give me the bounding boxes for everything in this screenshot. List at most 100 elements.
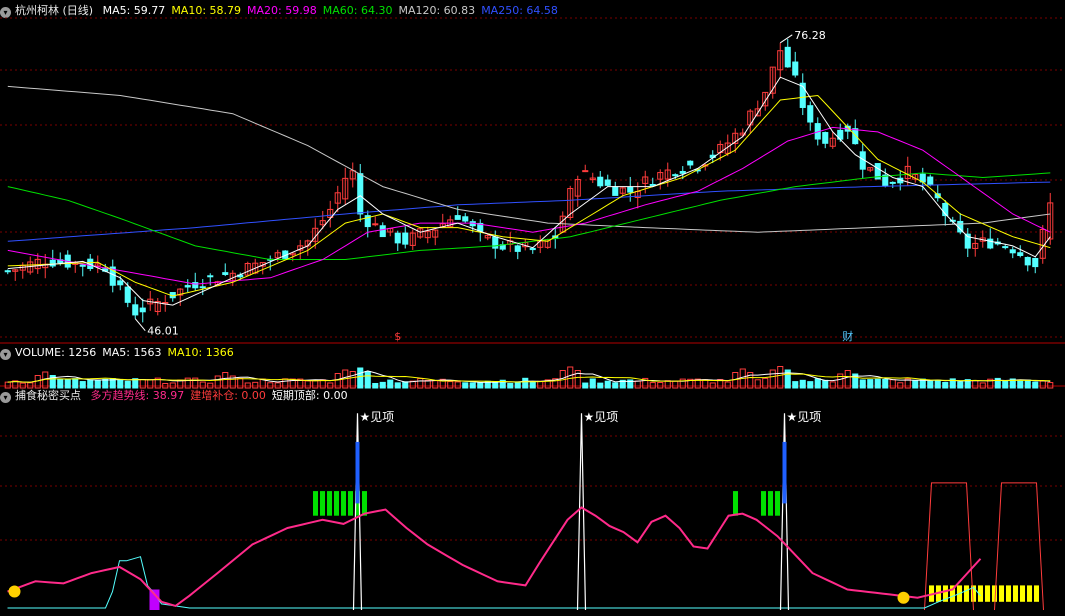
volume-bar xyxy=(402,381,409,389)
green-bar xyxy=(775,491,780,516)
candle-body xyxy=(199,286,206,289)
volume-bar xyxy=(762,377,769,389)
volume-bar xyxy=(387,379,394,389)
candle-body xyxy=(927,176,934,185)
volume-bar xyxy=(612,382,619,389)
candle-body xyxy=(1032,257,1039,268)
candle-body xyxy=(679,170,686,174)
candle-body xyxy=(379,225,386,238)
yellow-bar xyxy=(1013,585,1018,602)
volume-bar xyxy=(874,378,881,389)
candle-body xyxy=(597,176,604,187)
volume-bar xyxy=(657,381,664,389)
volume-bar xyxy=(702,379,709,389)
volume-bar xyxy=(829,381,836,389)
volume-bar xyxy=(604,380,611,389)
volume-bar xyxy=(799,379,806,389)
volume-bar xyxy=(912,380,919,389)
candle-body xyxy=(139,307,146,313)
volume-bar xyxy=(897,382,904,389)
volume-bar xyxy=(417,378,424,389)
candle-body xyxy=(784,46,791,68)
volume-ma5 xyxy=(7,370,1051,383)
ma120-line xyxy=(7,85,1051,233)
ma10-line xyxy=(7,94,1051,297)
volume-bar xyxy=(117,379,124,389)
volume-bar xyxy=(777,366,784,389)
volume-bar xyxy=(394,382,401,389)
volume-bar xyxy=(139,379,146,389)
volume-bar xyxy=(304,380,311,389)
volume-bar xyxy=(927,380,934,389)
candle-body xyxy=(604,179,611,186)
high-pointer xyxy=(779,34,793,44)
volume-bar xyxy=(1039,380,1046,389)
green-bar xyxy=(327,491,332,516)
low-price-label: 46.01 xyxy=(147,325,179,338)
volume-bar xyxy=(27,382,34,389)
green-bar xyxy=(313,491,318,516)
candle-body xyxy=(529,247,536,251)
volume-bar xyxy=(754,379,761,389)
volume-bar xyxy=(267,382,274,389)
volume-bar xyxy=(822,379,829,389)
candle-body xyxy=(124,286,131,303)
volume-bar xyxy=(882,378,889,389)
candle-body xyxy=(222,272,229,275)
candle-body xyxy=(822,132,829,144)
chart-canvas[interactable]: 76.28 46.01 $ 财 ★见项 ★见项 ★见项 xyxy=(0,0,1065,616)
price-panel[interactable]: 76.28 46.01 $ 财 xyxy=(4,29,1054,343)
green-bar xyxy=(733,491,738,516)
candle-body xyxy=(454,215,461,220)
candle-body xyxy=(672,174,679,177)
volume-bar xyxy=(514,381,521,389)
candle-body xyxy=(649,183,656,186)
volume-bar xyxy=(252,381,259,389)
indicator-panel[interactable]: ★见项 ★见项 ★见项 xyxy=(7,410,1044,611)
grid-lines xyxy=(0,17,1065,541)
volume-bar xyxy=(649,382,656,389)
smiley-icon xyxy=(897,591,910,604)
green-bar xyxy=(348,491,353,516)
volume-bar xyxy=(724,381,731,389)
volume-bar xyxy=(454,381,461,389)
volume-bar xyxy=(957,381,964,389)
volume-bar xyxy=(477,382,484,389)
candle-body xyxy=(612,186,619,196)
candle-body xyxy=(582,170,589,173)
volume-panel[interactable] xyxy=(4,366,1054,389)
candle-body xyxy=(514,245,521,252)
volume-bar xyxy=(237,377,244,389)
volume-bar xyxy=(469,382,476,389)
candle-body xyxy=(792,61,799,76)
volume-bar xyxy=(169,382,176,389)
green-bar xyxy=(761,491,766,516)
volume-bar xyxy=(147,379,154,389)
low-pointer xyxy=(134,318,146,332)
volume-bar xyxy=(1047,382,1054,389)
yellow-bar xyxy=(999,585,1004,602)
volume-bar xyxy=(1002,380,1009,389)
volume-bar xyxy=(72,378,79,389)
volume-bar xyxy=(64,379,71,389)
volume-bar xyxy=(4,381,11,389)
green-bar xyxy=(341,491,346,516)
candle-body xyxy=(132,304,139,316)
volume-bar xyxy=(1024,379,1031,389)
candle-body xyxy=(207,275,214,278)
yellow-bar xyxy=(985,585,990,602)
green-bar xyxy=(334,491,339,516)
candle-body xyxy=(402,232,409,245)
volume-bar xyxy=(634,380,641,389)
volume-bar xyxy=(312,380,319,389)
yellow-bar xyxy=(964,585,969,602)
volume-bar xyxy=(447,381,454,389)
candle-body xyxy=(184,285,191,288)
volume-bar xyxy=(597,382,604,389)
candle-body xyxy=(372,223,379,226)
volume-bar xyxy=(79,381,86,389)
volume-bar xyxy=(589,378,596,389)
candle-body xyxy=(357,173,364,215)
yellow-bar xyxy=(992,585,997,602)
volume-bar xyxy=(844,370,851,389)
